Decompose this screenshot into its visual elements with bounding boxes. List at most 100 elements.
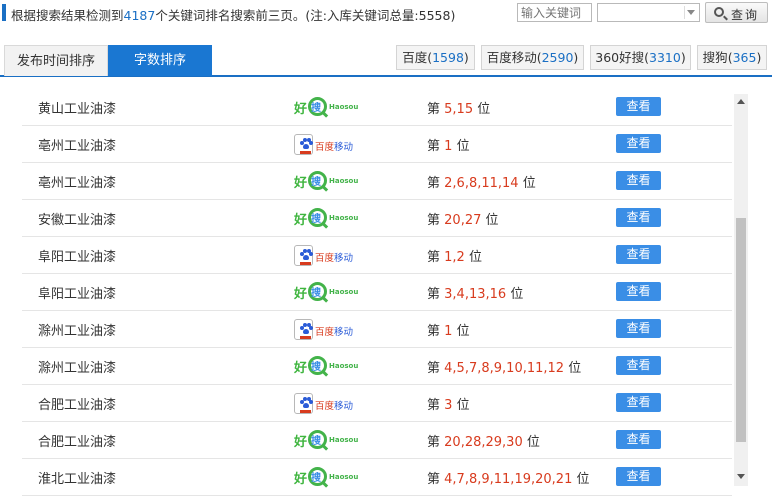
search-button[interactable]: 查询 <box>705 2 768 23</box>
table-row: 安徽工业油漆 好搜 Haosou 第 20,27 位 查看 <box>22 200 732 237</box>
engine-name: 360好搜 <box>595 50 645 65</box>
view-button[interactable]: 查看 <box>616 208 661 227</box>
logo-text: 搜 <box>311 177 321 188</box>
logo-text: 搜 <box>311 362 321 373</box>
engine-filter-baidu[interactable]: 百度(1598) <box>396 45 475 70</box>
rank-prefix: 第 <box>427 176 441 191</box>
logo-text: Haosou <box>329 362 359 370</box>
view-button[interactable]: 查看 <box>616 134 661 153</box>
logo-text: 移动 <box>334 253 354 264</box>
rank-text: 第 2,6,8,11,14 位 <box>427 172 536 191</box>
logo-text: 移动 <box>334 327 354 338</box>
keyword-text: 滁州工业油漆 <box>38 361 117 376</box>
haosou-logo: 好搜 Haosou <box>292 97 358 117</box>
logo-text: 搜 <box>311 214 321 225</box>
rank-suffix: 位 <box>468 250 482 265</box>
haosou-logo: 好搜 Haosou <box>292 467 358 487</box>
logo-text: 搜 <box>311 288 321 299</box>
rank-suffix: 位 <box>456 324 470 339</box>
engine-count: 2590 <box>541 50 574 65</box>
rank-suffix: 位 <box>522 176 536 191</box>
table-row: 滁州工业油漆 好搜 Haosou 第 4,5,7,8,9,10,11,12 位 查看 <box>22 348 732 385</box>
table-row: 淮北工业油漆 好搜 Haosou 第 4,7,8,9,11,19,20,21 位 查看 <box>22 459 732 496</box>
rank-positions: 5,15 <box>444 102 474 117</box>
keyword-text: 合肥工业油漆 <box>38 398 117 413</box>
list-scrollbar[interactable] <box>734 94 748 486</box>
rank-prefix: 第 <box>427 472 441 487</box>
haosou-logo: 好搜 Haosou <box>292 356 358 376</box>
logo-text: 好 <box>294 102 308 117</box>
rank-prefix: 第 <box>427 361 441 376</box>
rank-suffix: 位 <box>456 139 470 154</box>
table-row: 亳州工业油漆 百度移动 第 1 位 查看 <box>22 126 732 163</box>
view-button[interactable]: 查看 <box>616 467 661 486</box>
engine-filter-sogou[interactable]: 搜狗(365) <box>697 45 767 70</box>
baidu-paw-icon <box>294 393 313 414</box>
keyword-search-input[interactable] <box>517 3 592 22</box>
view-button[interactable]: 查看 <box>616 171 661 190</box>
logo-text: 好 <box>294 213 308 228</box>
engine-select[interactable] <box>597 3 700 22</box>
view-button[interactable]: 查看 <box>616 319 661 338</box>
rank-prefix: 第 <box>427 287 441 302</box>
view-button[interactable]: 查看 <box>616 97 661 116</box>
view-button[interactable]: 查看 <box>616 356 661 375</box>
rank-prefix: 第 <box>427 398 441 413</box>
table-row: 滁州工业油漆 百度移动 第 1 位 查看 <box>22 311 732 348</box>
summary-text: 根据搜索结果检测到4187个关键词排名搜索前三页。(注:入库关键词总量:5558… <box>11 5 455 24</box>
engine-filter-baidu-mobile[interactable]: 百度移动(2590) <box>481 45 584 70</box>
ranking-list: 黄山工业油漆好搜 Haosou 第 5,15 位查看 亳州工业油漆 百度移动第 1 位查… <box>22 90 732 498</box>
summary-suffix: 个关键词排名搜索前三页。(注:入库关键词总量:5558) <box>155 8 456 23</box>
table-row: 黄山工业油漆 好搜 Haosou 第 5,15 位 查看 <box>22 90 732 126</box>
view-button[interactable]: 查看 <box>616 393 661 412</box>
logo-text: Haosou <box>329 103 359 111</box>
tab-sort-by-length[interactable]: 字数排序 <box>108 45 212 76</box>
summary-prefix: 根据搜索结果检测到 <box>11 8 124 23</box>
table-row: 亳州工业油漆 好搜 Haosou 第 2,6,8,11,14 位 查看 <box>22 163 732 200</box>
logo-text: 百度 <box>315 327 335 338</box>
rank-text: 第 4,7,8,9,11,19,20,21 位 <box>427 468 590 487</box>
logo-text: 好 <box>294 176 308 191</box>
rank-positions: 3,4,13,16 <box>444 287 507 302</box>
rank-prefix: 第 <box>427 102 441 117</box>
engine-logo: 好搜 Haosou <box>292 171 358 191</box>
view-button[interactable]: 查看 <box>616 282 661 301</box>
table-row: 合肥工业油漆 好搜 Haosou 第 20,28,29,30 位 查看 <box>22 422 732 459</box>
logo-text: 移动 <box>334 401 354 412</box>
engine-logo: 百度移动 <box>292 319 354 340</box>
logo-text: 移动 <box>334 142 354 153</box>
scrollbar-thumb[interactable] <box>736 218 746 442</box>
engine-logo: 好搜 Haosou <box>292 282 358 302</box>
engine-name: 百度移动 <box>486 50 537 65</box>
haosou-logo: 好搜 Haosou <box>292 282 358 302</box>
select-separator <box>684 6 685 19</box>
engine-logo: 好搜 Haosou <box>292 430 358 450</box>
engine-filter-360[interactable]: 360好搜(3310) <box>590 45 691 70</box>
rank-suffix: 位 <box>576 472 590 487</box>
rank-positions: 2,6,8,11,14 <box>444 176 519 191</box>
rank-prefix: 第 <box>427 324 441 339</box>
rank-text: 第 1,2 位 <box>427 246 482 265</box>
tab-sort-by-date[interactable]: 发布时间排序 <box>4 45 108 76</box>
rank-positions: 4,7,8,9,11,19,20,21 <box>444 472 573 487</box>
summary-marker <box>2 4 6 21</box>
view-button[interactable]: 查看 <box>616 430 661 449</box>
rank-prefix: 第 <box>427 435 441 450</box>
logo-text: Haosou <box>329 473 359 481</box>
logo-text: 搜 <box>311 436 321 447</box>
rank-prefix: 第 <box>427 139 441 154</box>
keyword-text: 淮北工业油漆 <box>38 472 117 487</box>
rank-positions: 1 <box>444 139 453 154</box>
scroll-down-icon[interactable] <box>737 474 745 479</box>
keyword-text: 亳州工业油漆 <box>38 139 117 154</box>
rank-suffix: 位 <box>510 287 524 302</box>
rank-positions: 20,27 <box>444 213 482 228</box>
keyword-text: 合肥工业油漆 <box>38 435 117 450</box>
view-button[interactable]: 查看 <box>616 245 661 264</box>
baidu-paw-icon <box>294 134 313 155</box>
rank-prefix: 第 <box>427 250 441 265</box>
scroll-up-icon[interactable] <box>737 99 745 104</box>
engine-count: 365 <box>732 50 757 65</box>
rank-positions: 20,28,29,30 <box>444 435 523 450</box>
rank-positions: 1 <box>444 324 453 339</box>
